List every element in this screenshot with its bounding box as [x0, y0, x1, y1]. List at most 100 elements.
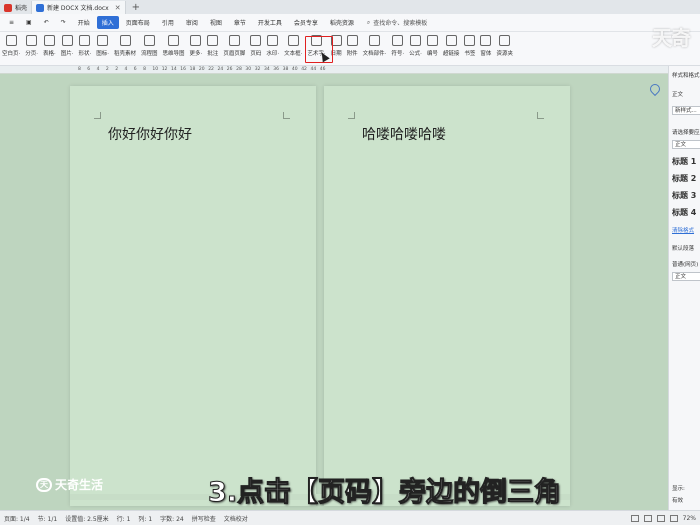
ribbon-button-material[interactable]: 稻壳素材	[114, 32, 136, 57]
style-heading-1[interactable]: 标题 1	[672, 156, 696, 167]
ribbon-button-hyperlink[interactable]: 超链接	[442, 32, 460, 57]
menu-sections[interactable]: 章节	[229, 16, 251, 29]
dakke-logo-icon	[4, 3, 12, 12]
ribbon-button-table[interactable]: 表格·	[43, 32, 56, 57]
panel-title: 样式和格式	[672, 73, 700, 79]
symbol-icon	[392, 35, 404, 46]
style-normal[interactable]: 正文	[672, 140, 700, 149]
ribbon-button-formula[interactable]: 公式·	[409, 32, 422, 57]
menu-review[interactable]: 审阅	[181, 16, 203, 29]
ruler-tick-label: 4	[96, 67, 100, 72]
ribbon-button-header-footer[interactable]: 页眉页脚	[223, 32, 245, 57]
zoom-level[interactable]: 72%	[683, 515, 696, 522]
tab-dakke[interactable]: 稻壳	[0, 1, 33, 14]
ribbon-button-page-number[interactable]: 页码	[250, 32, 261, 57]
formula-icon	[410, 35, 421, 46]
page-view-icon[interactable]	[643, 514, 652, 522]
ribbon-button-doc-parts[interactable]: 文档部件·	[363, 32, 386, 57]
comment-icon	[207, 35, 219, 46]
material-icon	[119, 35, 131, 46]
status-words[interactable]: 字数: 24	[160, 514, 184, 523]
insert-ribbon: 空白页· 分页· 表格· 图片· 形状· 图标· 稻壳素材 流程图 思维导图 更多· 批注 页眉页脚页…	[0, 32, 700, 66]
ribbon-label: 超链接	[442, 51, 460, 57]
ruler-tick-label: 6	[133, 67, 137, 72]
web-view-icon[interactable]	[656, 514, 665, 522]
ribbon-button-numbering[interactable]: 编号	[426, 32, 438, 57]
textbox-icon	[287, 35, 299, 46]
ribbon-button-textbox[interactable]: 文本框·	[284, 32, 302, 57]
ruler-tick-label: 8	[143, 67, 146, 72]
doc-parts-icon	[369, 35, 380, 46]
valid-checkbox-label[interactable]: 有效	[672, 496, 683, 504]
menu-page-layout[interactable]: 页面布局	[121, 16, 155, 29]
location-pin-icon[interactable]	[647, 81, 663, 97]
page-body-text[interactable]: 你好你好你好	[108, 124, 192, 144]
menu-insert[interactable]: 插入	[96, 16, 119, 29]
menu-hamburger-icon[interactable]: ≡	[4, 17, 19, 28]
menu-undo-icon[interactable]: ↶	[39, 17, 54, 28]
close-icon[interactable]: ✕	[115, 4, 121, 12]
menu-references[interactable]: 引用	[157, 16, 179, 29]
ribbon-button-shape[interactable]: 形状·	[79, 32, 91, 57]
style-heading-4[interactable]: 标题 4	[672, 207, 696, 218]
status-page[interactable]: 页面: 1/4	[4, 514, 30, 523]
ribbon-label: 符号·	[391, 51, 405, 57]
ruler-tick-label: 18	[189, 67, 196, 72]
ruler-tick-label: 24	[217, 67, 224, 72]
ribbon-button-watermark[interactable]: 水印·	[266, 32, 279, 57]
ribbon-label: 稻壳素材	[114, 51, 137, 57]
ribbon-button-more[interactable]: 更多·	[190, 32, 202, 57]
ribbon-button-symbol[interactable]: 符号·	[391, 32, 404, 57]
ribbon-label: 页码	[250, 51, 262, 57]
ribbon-button-resource[interactable]: 资源夹	[496, 32, 513, 57]
document-canvas[interactable]: 你好你好你好 哈喽哈喽哈喽	[0, 74, 668, 510]
page-2[interactable]: 哈喽哈喽哈喽	[324, 86, 570, 506]
ribbon-button-icon-library[interactable]: 图标·	[96, 32, 109, 57]
ruler-tick-label: 46	[319, 67, 326, 72]
menu-developer[interactable]: 开发工具	[253, 16, 287, 29]
style-heading-3[interactable]: 标题 3	[672, 190, 696, 201]
horizontal-ruler[interactable]: 8 6 4 2 2 4 6 8 10 12 14 16 18 20 22 24 26 28 30 32 34 36 38 40…	[0, 66, 668, 74]
ribbon-button-image[interactable]: 图片·	[61, 32, 74, 57]
command-search[interactable]: ⌕ 查找命令、搜索模板	[367, 18, 427, 28]
form-icon	[480, 35, 492, 46]
tab-label: 新建 DOCX 文档.docx	[47, 5, 109, 12]
ruler-tick-label: 16	[180, 67, 187, 72]
ribbon-label: 公式·	[409, 51, 422, 57]
menu-member[interactable]: 会员专享	[289, 16, 323, 29]
status-section: 节: 1/1	[37, 515, 58, 523]
spell-check-toggle[interactable]: 拼写检查	[192, 514, 216, 523]
style-select[interactable]: 正文	[672, 272, 700, 281]
ribbon-button-form[interactable]: 窗体	[480, 32, 491, 57]
ribbon-label: 资源夹	[496, 51, 513, 57]
menu-start[interactable]: 开始	[73, 16, 95, 29]
page-1[interactable]: 你好你好你好	[70, 86, 316, 506]
new-style-button[interactable]: 新样式...	[672, 106, 700, 115]
page-body-text[interactable]: 哈喽哈喽哈喽	[362, 124, 446, 144]
blank-page-icon	[5, 35, 17, 46]
ribbon-button-flowchart[interactable]: 流程图	[141, 32, 158, 57]
ruler-tick-label: 12	[161, 67, 168, 72]
ribbon-button-comment[interactable]: 批注	[207, 32, 218, 57]
menu-dakke-resources[interactable]: 稻壳资源	[325, 16, 359, 29]
ribbon-button-blank-page[interactable]: 空白页·	[2, 32, 20, 57]
margin-corner-mark	[94, 112, 101, 119]
ruler-tick-label: 38	[282, 67, 289, 72]
ribbon-label: 图标·	[96, 51, 109, 57]
proofread-button[interactable]: 文档校对	[224, 514, 248, 523]
style-heading-2[interactable]: 标题 2	[672, 173, 696, 184]
read-view-icon[interactable]	[669, 514, 678, 522]
ribbon-button-attachment[interactable]: 附件	[346, 32, 358, 57]
menu-redo-icon[interactable]: ↷	[56, 17, 71, 28]
view-mode-icon[interactable]	[630, 514, 639, 522]
menu-save-icon[interactable]: ▣	[21, 17, 37, 28]
tab-document[interactable]: 新建 DOCX 文档.docx ✕	[32, 1, 126, 14]
menu-view[interactable]: 视图	[205, 16, 227, 29]
ribbon-button-mindmap[interactable]: 思维导图	[163, 32, 185, 57]
title-tab-bar: 稻壳 新建 DOCX 文档.docx ✕ +	[0, 0, 700, 14]
clear-format-link[interactable]: 清除格式	[672, 226, 694, 234]
ribbon-button-page-break[interactable]: 分页·	[25, 32, 38, 57]
hyperlink-icon	[445, 35, 457, 46]
new-tab-button[interactable]: +	[126, 1, 146, 14]
ribbon-button-bookmark[interactable]: 书签	[464, 32, 475, 57]
